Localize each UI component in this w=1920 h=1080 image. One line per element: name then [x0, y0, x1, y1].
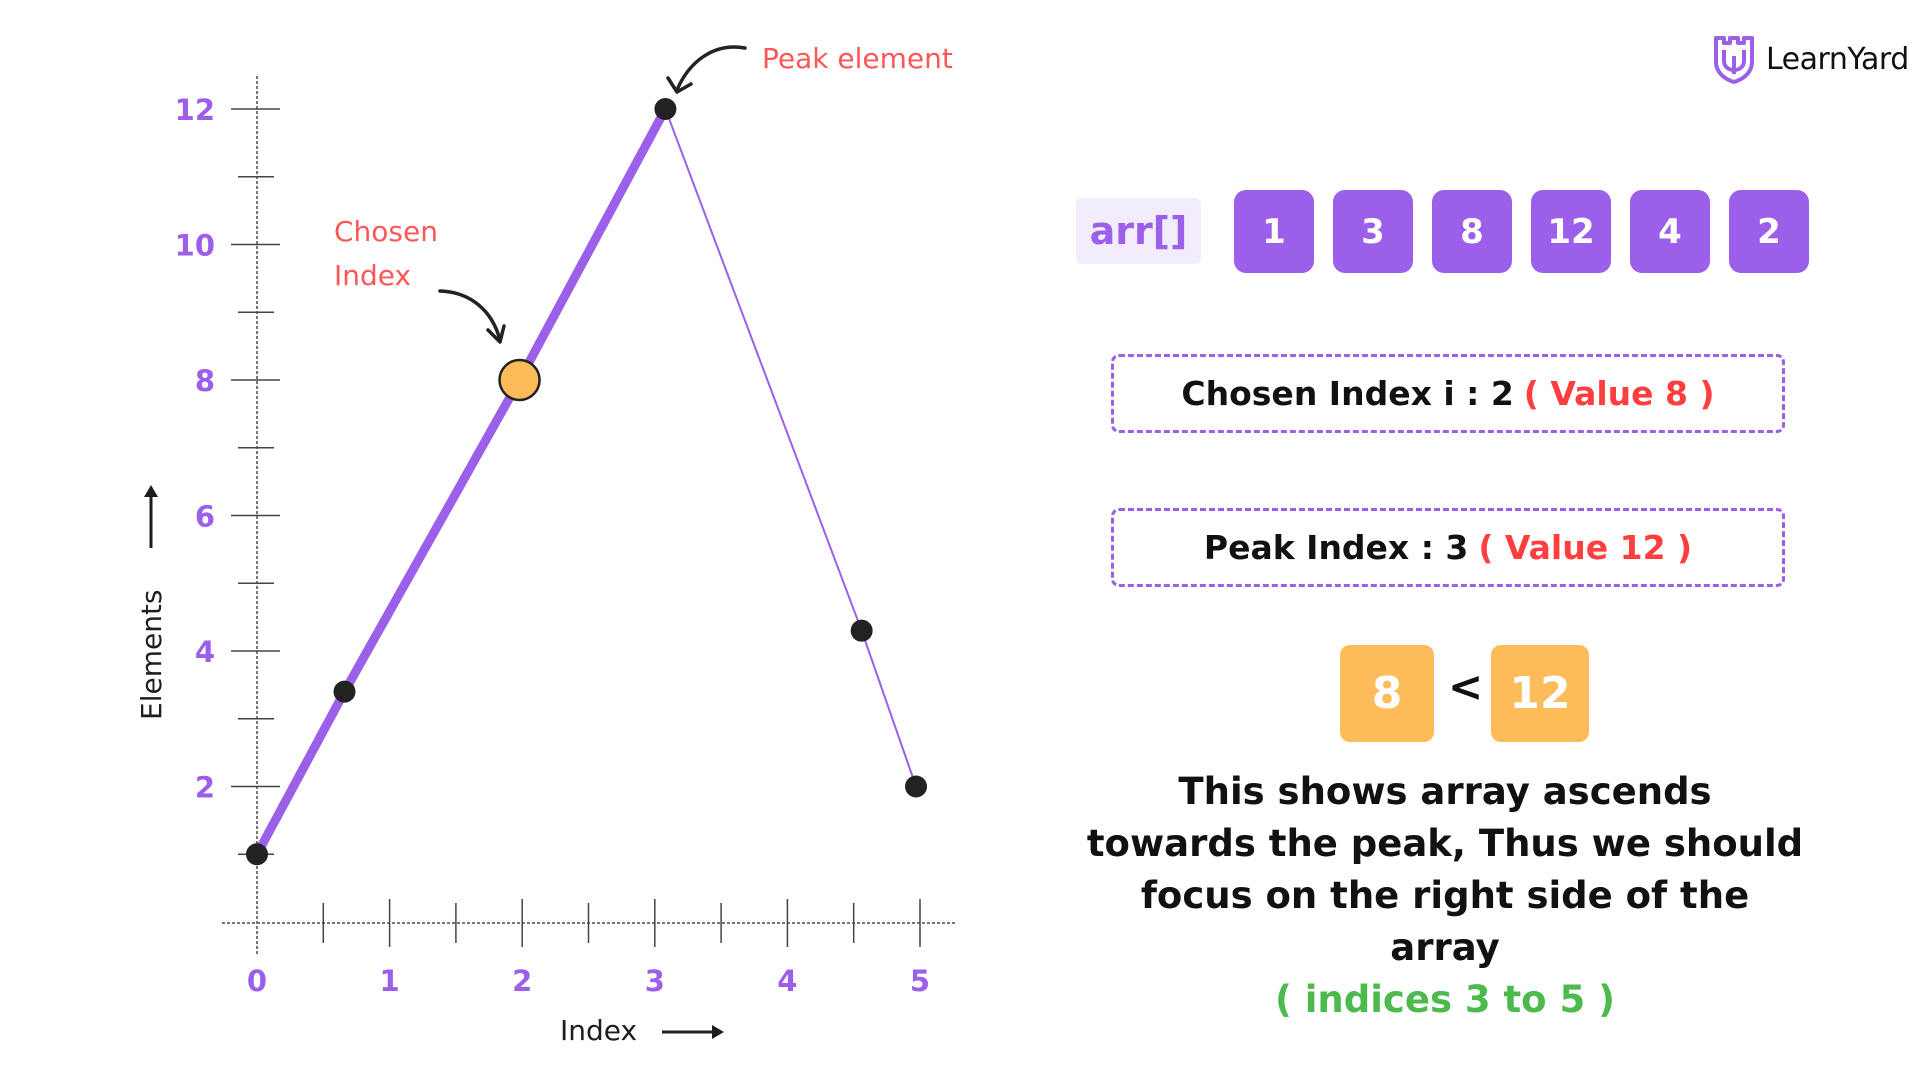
y-tick-label: 6 [195, 500, 215, 534]
explanation-text: This shows array ascends towards the pea… [1080, 766, 1810, 1026]
explanation-line: towards the peak, Thus we should [1086, 822, 1804, 865]
learnyard-shield-icon [1714, 36, 1754, 84]
y-ticks: 2 4 6 8 10 12 [175, 93, 280, 855]
data-point [850, 619, 873, 642]
array-label: arr[] [1076, 198, 1201, 264]
chosen-index-annotation-line1: Chosen [334, 215, 438, 248]
y-tick-label: 12 [175, 93, 215, 127]
data-point [246, 843, 268, 866]
peak-element-annotation: Peak element [762, 42, 953, 75]
x-axis-arrow-icon [662, 1025, 724, 1039]
brand-name: LearnYard [1766, 41, 1909, 77]
array-cell: 1 [1234, 190, 1314, 273]
explanation-line: This shows array ascends [1178, 770, 1712, 813]
y-tick-label: 4 [195, 635, 215, 669]
descending-segment [860, 629, 918, 788]
chosen-point [498, 358, 541, 402]
peak-point [654, 98, 677, 120]
compare-right-value: 12 [1491, 645, 1589, 742]
data-points [246, 98, 928, 866]
chosen-annotation-arrow-icon [438, 289, 506, 344]
y-axis-title: Elements [135, 589, 168, 720]
explanation-line: focus on the right side of the array [1140, 874, 1750, 969]
compare-operator: < [1448, 662, 1484, 711]
axes [222, 76, 955, 955]
x-tick-label: 0 [247, 964, 267, 998]
ascending-segment [515, 104, 670, 385]
x-tick-label: 4 [777, 964, 797, 998]
array-cell: 12 [1531, 190, 1611, 273]
array-cell: 8 [1432, 190, 1512, 273]
y-axis-arrow-icon [144, 485, 158, 548]
y-tick-label: 10 [175, 229, 215, 263]
array-cell: 4 [1630, 190, 1710, 273]
ascending-segment [340, 375, 525, 697]
y-tick-label: 8 [195, 364, 215, 398]
data-point [905, 775, 928, 798]
explanation-highlight: ( indices 3 to 5 ) [1274, 978, 1616, 1021]
chosen-index-box: Chosen Index i : 2 ( Value 8 ) [1111, 354, 1785, 433]
array-cell: 3 [1333, 190, 1413, 273]
chosen-index-annotation-line2: Index [334, 259, 411, 292]
descending-segment [664, 108, 863, 632]
x-tick-label: 3 [645, 964, 665, 998]
array-cells: 1 3 8 12 4 2 [1234, 190, 1809, 273]
x-axis-title: Index [560, 1014, 637, 1047]
peak-chart: 24681012 012345 Index Elements Peak elem… [135, 42, 955, 1047]
compare-left-value: 8 [1340, 645, 1434, 742]
peak-index-box: Peak Index : 3 ( Value 12 ) [1111, 508, 1785, 587]
peak-index-label: Peak Index : 3 [1203, 528, 1469, 567]
chosen-index-label: Chosen Index i : 2 [1181, 374, 1514, 413]
peak-annotation-arrow-icon [666, 45, 747, 94]
peak-index-value: ( Value 12 ) [1478, 528, 1693, 567]
x-tick-label: 2 [512, 964, 532, 998]
array-cell: 2 [1729, 190, 1809, 273]
brand-logo: LearnYard [1712, 34, 1909, 84]
x-tick-label: 5 [910, 964, 930, 998]
y-tick-label: 2 [195, 771, 215, 805]
chosen-index-value: ( Value 8 ) [1523, 374, 1715, 413]
data-point [333, 680, 356, 703]
x-ticks: 0 1 2 3 4 5 [247, 899, 930, 998]
ascending-segment [252, 687, 350, 859]
x-tick-label: 1 [380, 964, 400, 998]
